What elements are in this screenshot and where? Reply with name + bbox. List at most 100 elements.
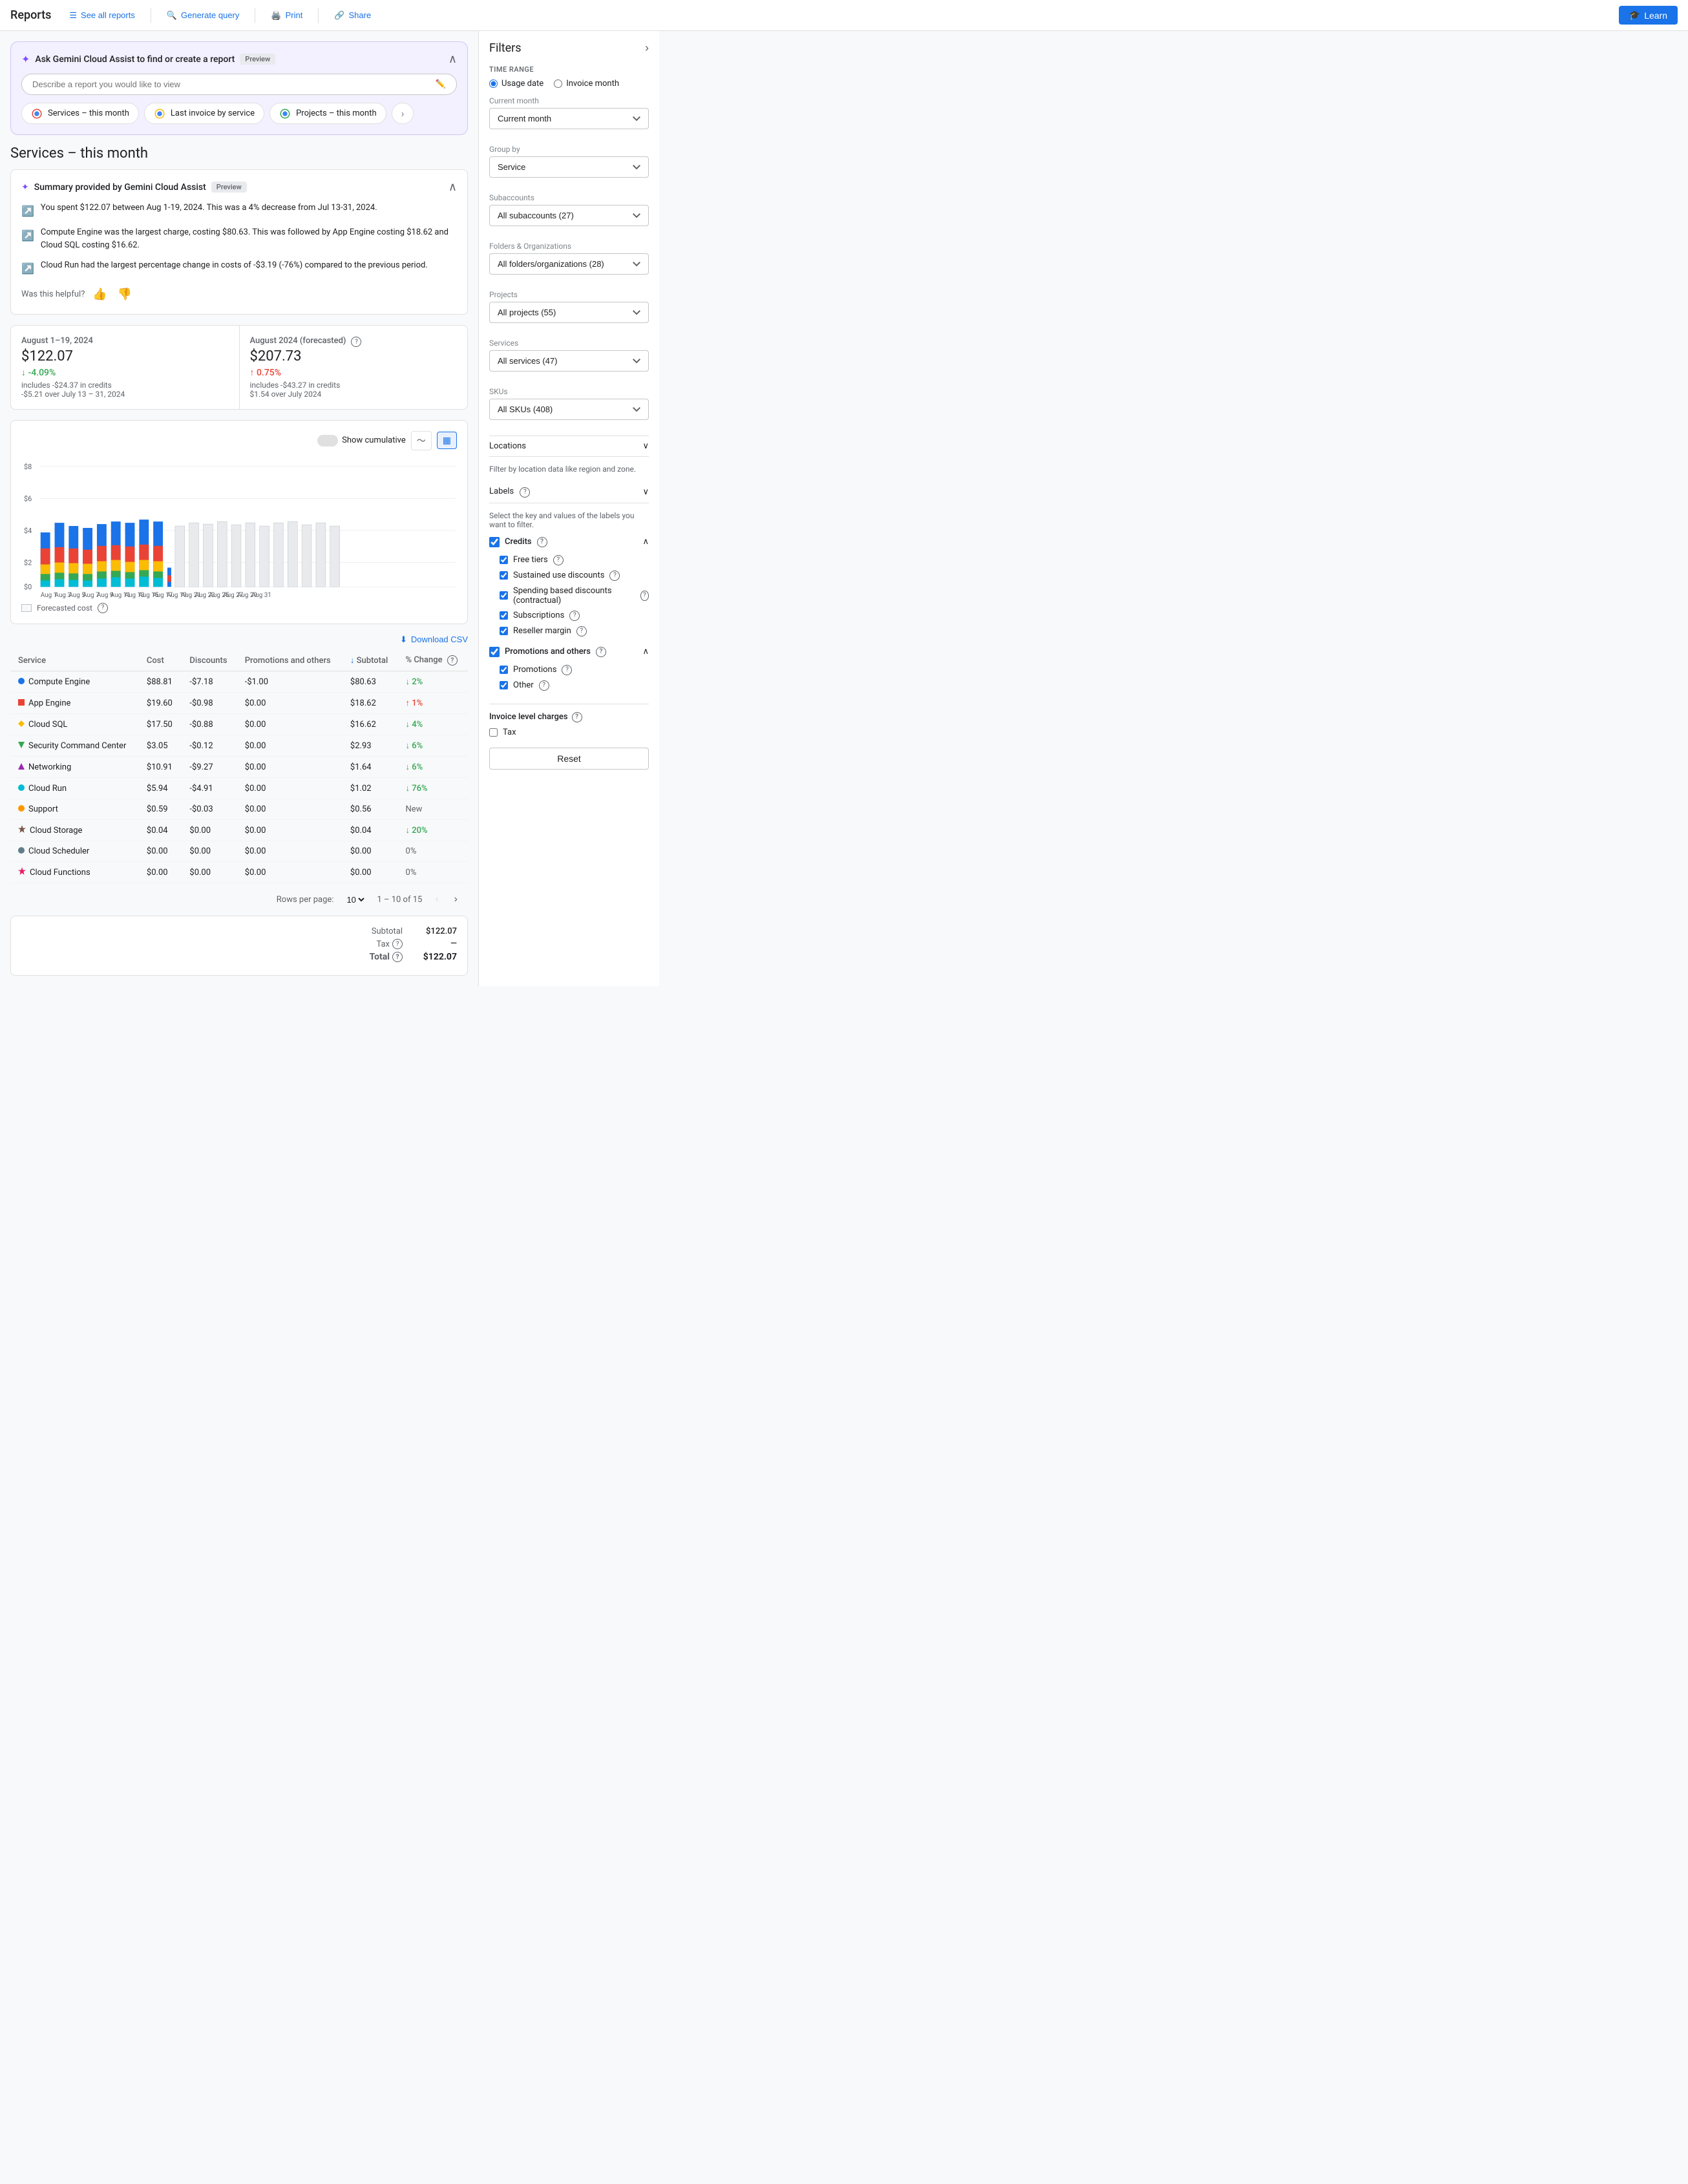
sustained-item: Sustained use discounts ? (489, 568, 649, 583)
filters-title: Filters › (489, 41, 649, 55)
chip-projects-month[interactable]: Projects – this month (269, 103, 386, 124)
service-icon (18, 846, 25, 856)
labels-help-icon[interactable]: ? (520, 487, 530, 498)
filters-expand-button[interactable]: › (645, 41, 649, 55)
rows-per-page-select[interactable]: 10 25 50 (344, 894, 366, 905)
promotions-help[interactable]: ? (562, 665, 572, 675)
thumbs-down-button[interactable]: 👎 (115, 285, 134, 304)
filter-time-range: Time range Usage date Invoice month Curr… (489, 65, 649, 134)
summary-sparkle-icon: ✦ (21, 182, 29, 193)
reset-button[interactable]: Reset (489, 748, 649, 770)
data-table-container: Service Cost Discounts Promotions and ot… (10, 650, 468, 916)
locations-sub: Filter by location data like region and … (489, 465, 649, 474)
bar-chart-button[interactable]: ▦ (437, 432, 457, 449)
totals-subtotal-row: Subtotal $122.07 (21, 927, 457, 936)
summary-item-2: ↗️ Compute Engine was the largest charge… (21, 226, 457, 253)
invoice-month-option[interactable]: Invoice month (554, 79, 619, 89)
cell-discounts: $0.00 (182, 820, 237, 841)
labels-section[interactable]: Labels ? ∨ (489, 481, 649, 503)
cell-service: Cloud Storage (10, 820, 139, 841)
chip-more[interactable]: › (392, 103, 414, 124)
toggle-switch[interactable] (317, 435, 338, 446)
group-by-select[interactable]: Service Project SKU (489, 156, 649, 178)
share-button[interactable]: 🔗 Share (326, 6, 379, 25)
promotions-checkbox[interactable] (500, 666, 508, 674)
line-chart-button[interactable]: 〜 (411, 431, 432, 450)
promotions-others-checkbox[interactable] (489, 647, 500, 657)
cell-subtotal: $0.56 (343, 799, 398, 820)
forecasted-help-icon[interactable]: ? (351, 337, 361, 347)
generate-query-button[interactable]: 🔍 Generate query (159, 6, 248, 25)
promotions-title[interactable]: Promotions and others ? ∧ (489, 647, 649, 657)
free-tiers-checkbox[interactable] (500, 556, 508, 564)
cell-cost: $0.59 (139, 799, 182, 820)
metric-current-change: ↓ -4.09% (21, 367, 229, 378)
skus-select[interactable]: All SKUs (408) (489, 399, 649, 420)
tax-help-icon[interactable]: ? (392, 939, 403, 949)
usage-date-radio[interactable] (489, 79, 498, 88)
total-help-icon[interactable]: ? (392, 952, 403, 962)
subscriptions-checkbox[interactable] (500, 611, 508, 620)
subscriptions-help[interactable]: ? (569, 611, 580, 621)
nav-divider-3 (318, 8, 319, 23)
locations-section[interactable]: Locations ∨ (489, 436, 649, 457)
metric-forecasted-change-sub: $1.54 over July 2024 (250, 390, 458, 399)
cell-discounts: -$9.27 (182, 757, 237, 778)
summary-collapse-button[interactable]: ∧ (448, 180, 457, 194)
invoice-month-radio[interactable] (554, 79, 562, 88)
services-select[interactable]: All services (47) (489, 350, 649, 372)
print-button[interactable]: 🖨️ Print (263, 6, 310, 25)
learn-button[interactable]: 🎓 Learn (1619, 6, 1678, 25)
gemini-search-input[interactable] (32, 79, 430, 89)
spending-help[interactable]: ? (640, 591, 649, 601)
chip-services-month[interactable]: Services – this month (21, 103, 139, 124)
spending-checkbox[interactable] (500, 591, 508, 600)
cell-cost: $5.94 (139, 778, 182, 799)
prev-page-button[interactable]: ‹ (432, 891, 441, 908)
usage-date-option[interactable]: Usage date (489, 79, 543, 89)
chip-last-invoice[interactable]: Last invoice by service (144, 103, 264, 124)
show-cumulative-toggle[interactable]: Show cumulative (317, 435, 406, 446)
free-tiers-help[interactable]: ? (553, 555, 564, 565)
sustained-help[interactable]: ? (609, 571, 620, 581)
filter-services: Services All services (47) (489, 339, 649, 377)
credits-title[interactable]: Credits ? ∧ (489, 537, 649, 547)
services-label: Services (489, 339, 649, 348)
sustained-checkbox[interactable] (500, 571, 508, 580)
projects-select[interactable]: All projects (55) (489, 302, 649, 323)
cell-discounts: $0.00 (182, 841, 237, 862)
cell-promotions: $0.00 (237, 820, 343, 841)
gemini-collapse-button[interactable]: ∧ (448, 52, 457, 66)
chart-container: Show cumulative 〜 ▦ $8 $6 $4 $2 $0 (10, 420, 468, 624)
reseller-help[interactable]: ? (576, 626, 587, 636)
download-csv-button[interactable]: ⬇ Download CSV (400, 635, 468, 645)
summary-trend-icon-3: ↗️ (21, 260, 34, 277)
cell-subtotal: $1.64 (343, 757, 398, 778)
cell-promotions: $0.00 (237, 799, 343, 820)
other-help[interactable]: ? (539, 680, 549, 691)
invoice-charges-help[interactable]: ? (572, 712, 582, 722)
see-all-reports-button[interactable]: ☰ See all reports (61, 6, 142, 25)
reseller-checkbox[interactable] (500, 627, 508, 635)
promotions-others-help[interactable]: ? (596, 647, 606, 657)
credits-help-icon[interactable]: ? (537, 537, 547, 547)
cell-cost: $0.00 (139, 841, 182, 862)
thumbs-up-button[interactable]: 👍 (90, 285, 109, 304)
table-row: App Engine $19.60 -$0.98 $0.00 $18.62 ↑ … (10, 693, 468, 714)
change-help-icon[interactable]: ? (447, 655, 458, 666)
totals-subtotal-value: $122.07 (418, 927, 457, 936)
tax-checkbox[interactable] (489, 728, 498, 737)
metric-current-sub: includes -$24.37 in credits (21, 381, 229, 390)
subaccounts-select[interactable]: All subaccounts (27) (489, 205, 649, 226)
next-page-button[interactable]: › (452, 891, 460, 908)
filter-projects: Projects All projects (55) (489, 290, 649, 328)
folders-select[interactable]: All folders/organizations (28) (489, 253, 649, 275)
other-checkbox[interactable] (500, 681, 508, 689)
forecasted-legend-help[interactable]: ? (98, 603, 108, 613)
chip-icon-2 (154, 108, 165, 120)
cell-subtotal: $80.63 (343, 671, 398, 693)
table-row: Networking $10.91 -$9.27 $0.00 $1.64 ↓ 6… (10, 757, 468, 778)
discounts-checkbox-row: Credits ? (489, 537, 547, 547)
discounts-checkbox[interactable] (489, 537, 500, 547)
current-month-select[interactable]: Current month Last month Last 3 months C… (489, 108, 649, 129)
